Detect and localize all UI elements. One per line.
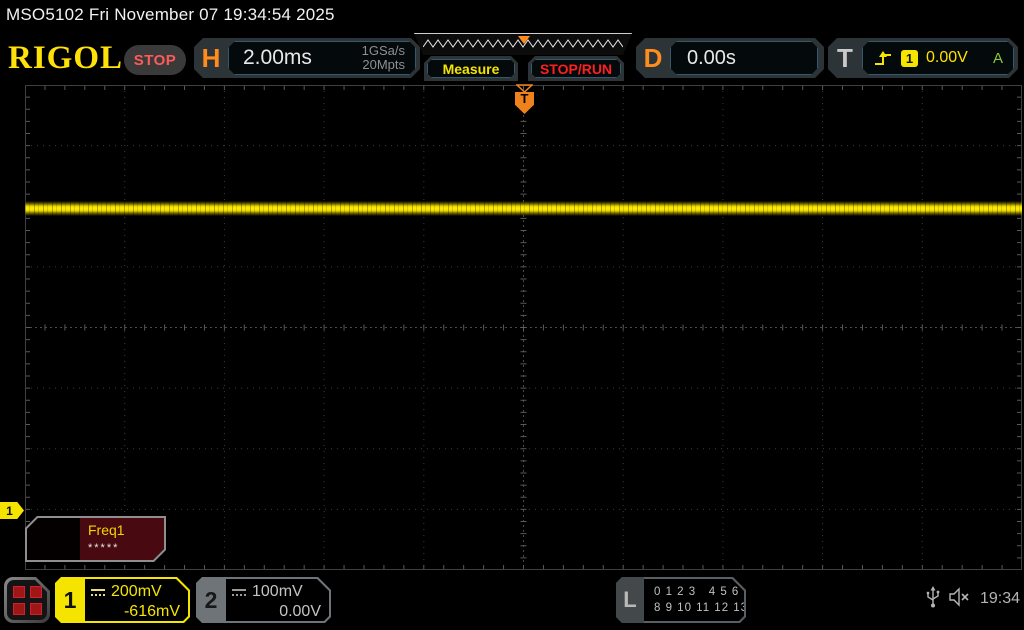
clock: 19:34 [980, 590, 1020, 608]
measurement-popup[interactable]: Freq1 ***** [25, 516, 166, 562]
dc-coupling-icon [91, 589, 105, 596]
logic-label: L [616, 577, 644, 623]
stop-run-button-label: STOP/RUN [540, 61, 612, 77]
timebase-panel: 2.00ms 1GSa/s 20Mpts [228, 41, 416, 75]
timebase-value: 2.00ms [243, 46, 312, 70]
acquisition-rates: 1GSa/s 20Mpts [362, 44, 405, 73]
delay-label: D [636, 43, 670, 74]
rigol-logo: RIGOL [8, 40, 123, 77]
memory-depth: 20Mpts [362, 57, 405, 72]
measure-button-label: Measure [443, 61, 500, 77]
channel1-number: 1 [55, 577, 85, 623]
speaker-muted-icon [948, 587, 972, 607]
measurement-popup-spacer [27, 518, 80, 560]
logic-channels-widget[interactable]: L 0 1 2 3 4 5 6 7 8 9 10 11 12 13 14 15 [616, 577, 746, 623]
trigger-marker-label: T [521, 92, 529, 106]
rising-edge-icon [873, 49, 893, 67]
logic-row-0-7: 0 1 2 3 4 5 6 7 [654, 584, 744, 600]
trigger-level-value: 0.00V [926, 49, 968, 67]
channel1-position-marker[interactable]: 1 [0, 502, 24, 519]
trigger-panel: 1 0.00V A [862, 41, 1014, 75]
horizontal-settings[interactable]: H 2.00ms 1GSa/s 20Mpts [194, 38, 420, 78]
run-state-label: STOP [134, 52, 177, 69]
measurement-name: Freq1 [88, 522, 156, 538]
trigger-position-outline-icon [516, 84, 533, 93]
function-menu-button[interactable] [4, 577, 50, 623]
waveform-display: T [25, 85, 1022, 570]
delay-settings[interactable]: D 0.00s [636, 38, 824, 78]
channel1-scale: 200mV [111, 582, 162, 602]
trigger-mode: A [993, 50, 1003, 67]
channel2-offset: 0.00V [279, 602, 321, 622]
delay-panel: 0.00s [670, 41, 818, 75]
measurement-value: ***** [88, 542, 156, 554]
oscilloscope-screen: MSO5102 Fri November 07 19:34:54 2025 RI… [0, 0, 1024, 630]
channel1-widget[interactable]: 1 200mV -616mV [55, 577, 190, 623]
logic-row-8-15: 8 9 10 11 12 13 14 15 [654, 600, 744, 616]
horizontal-label: H [194, 43, 228, 74]
measure-button[interactable]: Measure [424, 56, 518, 81]
graticule-grid [25, 85, 1022, 570]
sample-rate: 1GSa/s [362, 43, 405, 58]
trigger-label: T [828, 43, 862, 74]
channel1-marker-label: 1 [6, 504, 13, 518]
delay-value: 0.00s [687, 47, 736, 70]
channel1-trace [25, 201, 1022, 216]
usb-icon [926, 586, 940, 608]
channel2-scale: 100mV [252, 582, 303, 602]
window-title: MSO5102 Fri November 07 19:34:54 2025 [6, 5, 335, 25]
waveform-preview-strip[interactable] [414, 33, 632, 55]
run-state-badge: STOP [124, 45, 186, 75]
grid-menu-icon [7, 580, 47, 620]
channel1-offset: -616mV [124, 602, 180, 622]
stop-run-button[interactable]: STOP/RUN [528, 56, 624, 81]
trigger-source-badge: 1 [901, 50, 918, 67]
dc-coupling-icon [232, 589, 246, 596]
channel2-widget[interactable]: 2 100mV 0.00V [196, 577, 331, 623]
channel2-number: 2 [196, 577, 226, 623]
trigger-settings[interactable]: T 1 0.00V A [828, 38, 1018, 78]
